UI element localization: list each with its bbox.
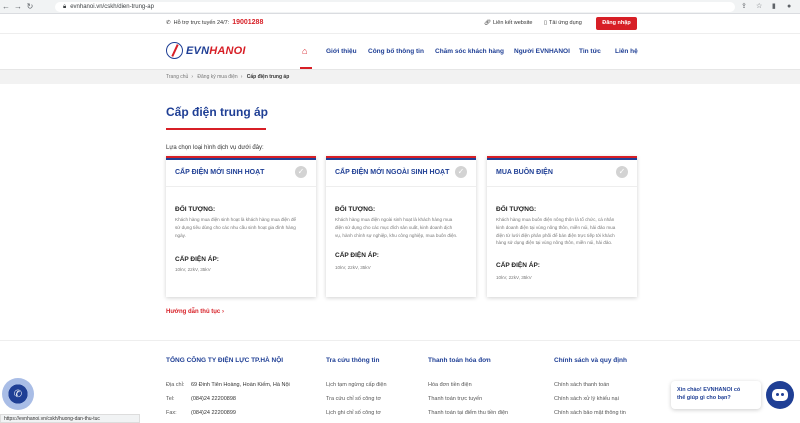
footer-link[interactable]: Chính sách xử lý khiếu nại [554, 396, 619, 402]
footer-link[interactable]: Thanh toán trực tuyến [428, 396, 482, 402]
breadcrumb-current: Cấp điện trung áp [246, 74, 290, 80]
bookmark-star-icon[interactable]: ☆ [756, 0, 762, 14]
footer-lookup-heading: Tra cứu thông tin [326, 357, 380, 364]
footer-link[interactable]: Chính sách thanh toán [554, 382, 609, 388]
footer-link[interactable]: Tra cứu chỉ số công tơ [326, 396, 381, 402]
footer-link[interactable]: Thanh toán tại điểm thu tiền điện [428, 410, 508, 416]
card-voltage-heading: CẤP ĐIỆN ÁP: [175, 256, 219, 263]
footer-address-label: Địa chỉ: [166, 382, 185, 388]
url-text: evnhanoi.vn/cskh/dien-trung-ap [70, 4, 154, 10]
footer-link[interactable]: Lịch ghi chỉ số công tơ [326, 410, 381, 416]
forward-icon[interactable]: → [12, 0, 24, 14]
breadcrumb-register[interactable]: Đăng ký mua điện [197, 74, 237, 80]
nav-nguoi-evnhanoi[interactable]: Người EVNHANOI [514, 48, 570, 55]
back-icon[interactable]: ← [0, 0, 12, 14]
footer-fax: (084)24 22200899 [191, 410, 236, 416]
check-icon: ✓ [616, 166, 628, 178]
chat-greeting-line: Xin chào! EVNHANOI có [677, 387, 741, 393]
card-voltage-value: 10kV, 22kV, 35kV [175, 267, 211, 272]
card-voltage-value: 10kV, 22kV, 35kV [335, 265, 371, 270]
status-bar-url: https://evnhanoi.vn/cskh/huong-dan-thu-t… [0, 414, 140, 423]
footer-link[interactable]: Lịch tạm ngừng cấp điện [326, 382, 387, 388]
reload-icon[interactable]: ↻ [24, 0, 36, 14]
hotline-number[interactable]: 19001288 [232, 19, 263, 26]
main-header: EVNHANOI ⌂ Giới thiệu Công bố thông tin … [0, 34, 800, 70]
title-underline [166, 128, 266, 130]
link-icon: 🔗︎ [484, 20, 491, 26]
service-card-mua-buon-dien[interactable]: MUA BUÔN ĐIỆN ✓ ĐỐI TƯỢNG: Khách hàng mu… [487, 156, 637, 297]
card-divider [487, 186, 637, 187]
nav-tin-tuc[interactable]: Tin tức [579, 48, 601, 55]
logo-text: EVNHANOI [186, 44, 246, 57]
footer-divider [0, 340, 800, 341]
nav-lien-he[interactable]: Liên hệ [615, 48, 638, 55]
page-title: Cấp điện trung áp [166, 105, 268, 119]
breadcrumb: Trang chủ › Đăng ký mua điện › Cấp điện tr… [0, 70, 800, 84]
hotline-label: Hỗ trợ trực tuyến 24/7: [173, 19, 230, 26]
lock-icon: 🔒︎ [63, 3, 67, 10]
service-card-ngoai-sinh-hoat[interactable]: CẤP ĐIỆN MỚI NGOÀI SINH HOẠT ✓ ĐỐI TƯỢNG… [326, 156, 476, 297]
check-icon: ✓ [295, 166, 307, 178]
footer-link[interactable]: Chính sách bảo mật thông tin [554, 410, 626, 416]
logo[interactable]: EVNHANOI [166, 42, 246, 59]
sidebar-icon[interactable]: ▮ [772, 0, 776, 14]
card-object-heading: ĐỐI TƯỢNG: [496, 206, 537, 213]
card-divider [326, 186, 476, 187]
website-links-label: Liên kết website [492, 20, 533, 26]
footer-fax-label: Fax: [166, 410, 177, 416]
guide-link[interactable]: Hướng dẫn thủ tục › [166, 309, 224, 315]
card-divider [166, 186, 316, 187]
card-title: MUA BUÔN ĐIỆN [496, 169, 553, 176]
intro-text: Lựa chọn loại hình dịch vụ dưới đây: [166, 145, 264, 151]
nav-cong-bo-thong-tin[interactable]: Công bố thông tin [368, 48, 424, 55]
phone-icon: ✆ [13, 388, 23, 400]
card-voltage-heading: CẤP ĐIỆN ÁP: [335, 252, 379, 259]
card-object-text: Khách hàng mua buôn điện nông thôn là tổ… [496, 217, 616, 246]
login-button[interactable]: Đăng nhập [596, 17, 637, 30]
footer-tel[interactable]: (084)24 22200898 [191, 396, 236, 402]
chat-greeting-bubble[interactable]: Xin chào! EVNHANOI có thể giúp gì cho bạ… [671, 381, 761, 409]
evn-logo-mark [166, 42, 183, 59]
browser-toolbar: ← → ↻ 🔒︎ evnhanoi.vn/cskh/dien-trung-ap … [0, 0, 800, 14]
card-object-text: Khách hàng mua điện ngoài sinh hoạt là k… [335, 217, 458, 238]
share-icon[interactable]: ⇪ [741, 0, 747, 14]
footer-company-name: TỔNG CÔNG TY ĐIỆN LỰC TP.HÀ NỘI [166, 357, 284, 364]
download-app-link[interactable]: ▯ Tải ứng dụng [544, 20, 582, 26]
profile-icon[interactable]: ● [787, 0, 791, 14]
robot-icon [772, 389, 788, 401]
phone-icon: ✆ [166, 19, 171, 26]
website-links-link[interactable]: 🔗︎ Liên kết website [484, 20, 532, 26]
home-icon[interactable]: ⌂ [302, 46, 307, 56]
card-object-text: Khách hàng mua điện sinh hoạt là khách h… [175, 217, 297, 238]
footer-policy-heading: Chính sách và quy định [554, 357, 627, 364]
service-card-sinh-hoat[interactable]: CẤP ĐIỆN MỚI SINH HOẠT ✓ ĐỐI TƯỢNG: Khác… [166, 156, 316, 297]
card-object-heading: ĐỐI TƯỢNG: [175, 206, 216, 213]
download-app-label: Tải ứng dụng [549, 20, 582, 26]
card-title: CẤP ĐIỆN MỚI NGOÀI SINH HOẠT [335, 169, 450, 176]
card-voltage-value: 10kV, 22kV, 35kV [496, 275, 532, 280]
top-utility-bar: ✆ Hỗ trợ trực tuyến 24/7: 19001288 🔗︎ Li… [0, 14, 800, 34]
footer-address: 69 Đinh Tiên Hoàng, Hoàn Kiếm, Hà Nội [191, 382, 290, 388]
check-icon: ✓ [455, 166, 467, 178]
breadcrumb-home[interactable]: Trang chủ [166, 74, 188, 80]
footer-link[interactable]: Hóa đơn tiền điện [428, 382, 472, 388]
active-nav-indicator [300, 67, 312, 69]
chatbot-button[interactable] [766, 381, 794, 409]
mobile-icon: ▯ [544, 20, 548, 26]
chevron-right-icon: › [221, 309, 224, 315]
hotline: ✆ Hỗ trợ trực tuyến 24/7: 19001288 [166, 19, 263, 26]
footer-tel-label: Tel: [166, 396, 175, 402]
nav-cham-soc-khach-hang[interactable]: Chăm sóc khách hàng [435, 48, 504, 55]
call-button[interactable]: ✆ [2, 378, 34, 410]
guide-link-label: Hướng dẫn thủ tục [166, 309, 221, 315]
card-title: CẤP ĐIỆN MỚI SINH HOẠT [175, 169, 265, 176]
nav-gioi-thieu[interactable]: Giới thiệu [326, 48, 357, 55]
address-bar[interactable]: 🔒︎ evnhanoi.vn/cskh/dien-trung-ap [55, 2, 735, 12]
footer-payment-heading: Thanh toán hóa đơn [428, 357, 491, 364]
card-voltage-heading: CẤP ĐIỆN ÁP: [496, 262, 540, 269]
card-object-heading: ĐỐI TƯỢNG: [335, 206, 376, 213]
chat-greeting-line: thể giúp gì cho bạn? [677, 395, 731, 401]
